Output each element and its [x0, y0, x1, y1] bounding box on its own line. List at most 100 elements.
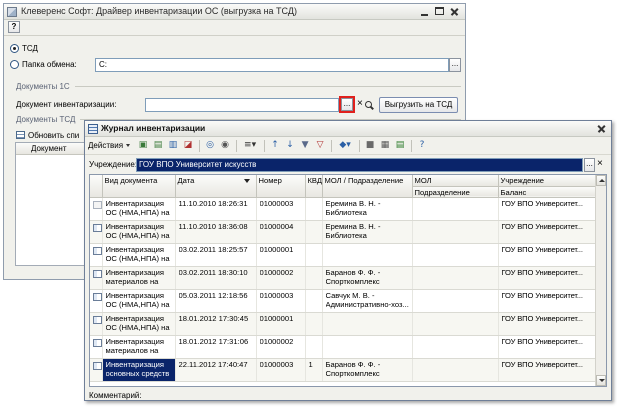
cell-kvd[interactable] [305, 243, 323, 267]
cell-mol-dept[interactable] [322, 243, 413, 267]
cell-kvd[interactable] [305, 289, 323, 313]
cell-mol[interactable] [412, 266, 499, 290]
close-button[interactable] [448, 6, 461, 17]
cell-icon[interactable] [90, 358, 103, 382]
cell-mol-dept[interactable]: Баранов Ф. Ф. - Спорткомплекс [322, 266, 413, 290]
cell-number[interactable]: 01000001 [256, 243, 306, 267]
minimize-button[interactable] [418, 6, 431, 17]
col-header-mol[interactable]: МОЛ [412, 175, 499, 187]
doc-browse-button[interactable]: ... [341, 98, 353, 111]
cell-number[interactable]: 01000002 [256, 335, 306, 359]
actions-menu[interactable]: Действия [88, 141, 131, 150]
cell-kvd[interactable] [305, 197, 323, 221]
cell-vid[interactable]: Инвентаризация ОС (НМА,НПА) на [102, 289, 176, 313]
cell-vid[interactable]: Инвентаризация ОС (НМА,НПА) на [102, 243, 176, 267]
cell-org[interactable]: ГОУ ВПО Университет... [498, 289, 596, 313]
cell-org[interactable]: ГОУ ВПО Университет... [498, 358, 596, 382]
move-icon[interactable]: ◆▾ [335, 139, 355, 152]
col-header-mol-dept[interactable]: МОЛ / Подразделение [322, 175, 413, 198]
cell-icon[interactable] [90, 312, 103, 336]
sort-asc-icon[interactable]: ↑ [268, 139, 282, 152]
cell-date[interactable]: 18.01.2012 17:31:06 [175, 335, 257, 359]
cell-number[interactable]: 01000003 [256, 358, 306, 382]
cell-mol-dept[interactable] [322, 312, 413, 336]
cell-icon[interactable] [90, 289, 103, 313]
cell-vid[interactable]: Инвентаризация материалов на [102, 335, 176, 359]
export-button[interactable]: Выгрузить на ТСД [379, 97, 458, 113]
col-header-balance[interactable]: Баланс [498, 186, 596, 198]
org-browse-button[interactable]: ... [584, 158, 595, 172]
edit-icon[interactable]: ▥ [166, 139, 180, 152]
cell-org[interactable]: ГОУ ВПО Университет... [498, 220, 596, 244]
table-row[interactable]: Инвентаризация материалов на 18.01.2012 17… [90, 335, 596, 359]
cell-vid[interactable]: Инвентаризация ОС (НМА,НПА) на [102, 220, 176, 244]
cell-number[interactable]: 01000003 [256, 289, 306, 313]
folder-input[interactable]: C: [95, 58, 449, 72]
cell-date[interactable]: 11.10.2010 18:26:31 [175, 197, 257, 221]
cell-org[interactable]: ГОУ ВПО Университет... [498, 197, 596, 221]
help-icon[interactable]: ? [415, 139, 429, 152]
cell-mol[interactable] [412, 289, 499, 313]
table-row[interactable]: Инвентаризация материалов на 03.02.2011 18… [90, 266, 596, 290]
cell-org[interactable]: ГОУ ВПО Университет... [498, 243, 596, 267]
cell-icon[interactable] [90, 243, 103, 267]
radio-folder[interactable] [10, 60, 19, 69]
list-mode-icon[interactable]: ≡▾ [240, 139, 260, 152]
search-icon[interactable]: ◉ [218, 139, 232, 152]
table-row[interactable]: Инвентаризация основных средств 22.11.2012… [90, 358, 596, 382]
doc-clear-button[interactable]: × [357, 98, 363, 110]
cell-kvd[interactable] [305, 335, 323, 359]
search-icon[interactable] [364, 100, 374, 110]
find-icon[interactable]: ◎ [203, 139, 217, 152]
cell-mol[interactable] [412, 220, 499, 244]
cell-icon[interactable] [90, 335, 103, 359]
cell-date[interactable]: 18.01.2012 17:30:45 [175, 312, 257, 336]
cell-vid[interactable]: Инвентаризация материалов на [102, 266, 176, 290]
cell-mol-dept[interactable]: Еремина В. Н. - Библиотека [322, 220, 413, 244]
cell-mol[interactable] [412, 243, 499, 267]
add-icon[interactable]: ▣ [136, 139, 150, 152]
table-row[interactable]: Инвентаризация ОС (НМА,НПА) на 11.10.2010 … [90, 220, 596, 244]
table-row[interactable]: Инвентаризация ОС (НМА,НПА) на 05.03.2011 … [90, 289, 596, 313]
cell-number[interactable]: 01000003 [256, 197, 306, 221]
col-header-date[interactable]: Дата [175, 175, 257, 198]
cell-kvd[interactable]: 1 [305, 358, 323, 382]
col-header-org[interactable]: Учреждение [498, 175, 596, 187]
cell-kvd[interactable] [305, 312, 323, 336]
table-row[interactable]: Инвентаризация ОС (НМА,НПА) на 11.10.2010 … [90, 197, 596, 221]
cell-date[interactable]: 03.02.2011 18:25:57 [175, 243, 257, 267]
cell-date[interactable]: 11.10.2010 18:36:08 [175, 220, 257, 244]
col-header-kvd[interactable]: КВД [305, 175, 323, 198]
cell-icon[interactable] [90, 220, 103, 244]
col-header-dept[interactable]: Подразделение [412, 186, 499, 198]
cell-vid[interactable]: Инвентаризация основных средств [102, 358, 176, 382]
close-button[interactable] [595, 123, 608, 134]
add-copy-icon[interactable]: ▤ [151, 139, 165, 152]
cell-mol[interactable] [412, 335, 499, 359]
print-icon[interactable]: ▦ [378, 139, 392, 152]
save-icon[interactable]: ■ [363, 139, 377, 152]
table-row[interactable]: Инвентаризация ОС (НМА,НПА) на 03.02.2011 … [90, 243, 596, 267]
radio-tsd[interactable] [10, 44, 19, 53]
cell-vid[interactable]: Инвентаризация ОС (НМА,НПА) на [102, 197, 176, 221]
folder-browse-button[interactable]: ... [449, 58, 461, 72]
cell-date[interactable]: 03.02.2011 18:30:10 [175, 266, 257, 290]
cell-mol[interactable] [412, 358, 499, 382]
cell-mol-dept[interactable]: Баранов Ф. Ф. - Спорткомплекс [322, 358, 413, 382]
scroll-down-icon[interactable] [596, 375, 606, 386]
journal-table[interactable]: Вид документа Дата Номер КВД МОЛ / Подра… [89, 174, 607, 387]
cell-mol-dept[interactable] [322, 335, 413, 359]
delete-icon[interactable]: ◪ [181, 139, 195, 152]
cell-mol-dept[interactable]: Савчук М. В. - Административно-хоз... [322, 289, 413, 313]
org-input[interactable]: ГОУ ВПО Университет искусств [136, 158, 583, 172]
table-header-document[interactable]: Документ [31, 144, 67, 153]
cell-kvd[interactable] [305, 266, 323, 290]
cell-vid[interactable]: Инвентаризация ОС (НМА,НПА) на [102, 312, 176, 336]
cell-icon[interactable] [90, 266, 103, 290]
cell-mol-dept[interactable]: Еремина В. Н. - Библиотека [322, 197, 413, 221]
report-icon[interactable]: ▤ [393, 139, 407, 152]
cell-org[interactable]: ГОУ ВПО Университет... [498, 266, 596, 290]
cell-kvd[interactable] [305, 220, 323, 244]
cell-icon[interactable] [90, 197, 103, 221]
vertical-scrollbar[interactable] [595, 175, 606, 386]
